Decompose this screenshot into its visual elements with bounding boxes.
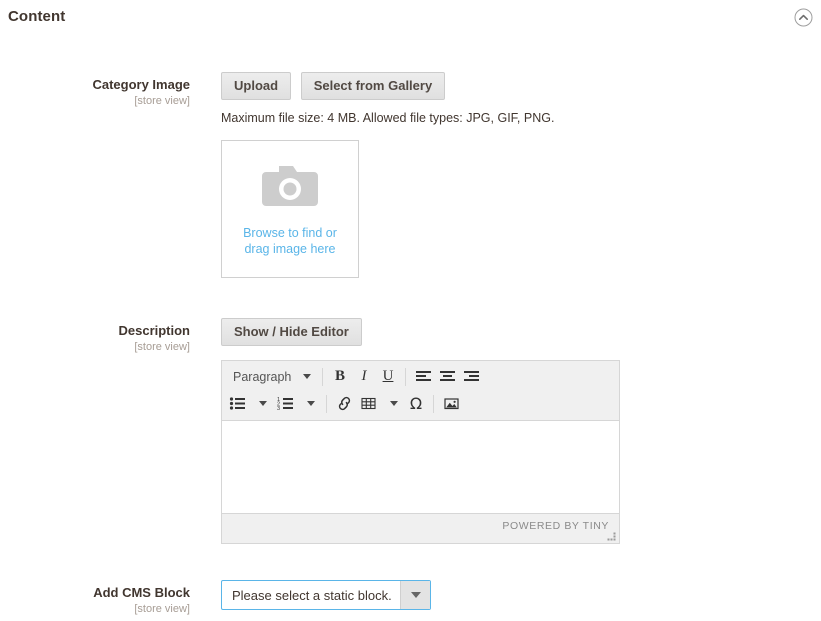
- italic-icon[interactable]: I: [352, 365, 376, 389]
- toolbar-divider: [433, 394, 434, 413]
- table-options-chevron-icon[interactable]: [380, 392, 404, 416]
- editor-content-area[interactable]: [222, 421, 619, 513]
- cms-block-select[interactable]: Please select a static block.: [221, 580, 431, 610]
- toolbar-divider: [322, 367, 323, 386]
- field-label-description: Description [store view]: [30, 323, 190, 354]
- label-text: Description: [118, 323, 190, 338]
- dropzone-line-1: Browse to find or: [243, 225, 337, 240]
- cms-block-selected-value: Please select a static block.: [232, 587, 392, 603]
- table-icon[interactable]: [356, 392, 380, 416]
- scope-text: [store view]: [134, 341, 190, 353]
- upload-button[interactable]: Upload: [221, 72, 292, 100]
- description-toggle-wrap: Show / Hide Editor: [221, 318, 362, 346]
- align-right-icon[interactable]: [459, 365, 483, 389]
- align-left-icon[interactable]: [411, 365, 435, 389]
- label-text: Category Image: [92, 77, 190, 92]
- svg-text:3: 3: [277, 406, 280, 411]
- label-text: Add CMS Block: [93, 585, 190, 600]
- omega-glyph: Ω: [409, 394, 423, 413]
- scope-text: [store view]: [134, 95, 190, 107]
- editor-branding-text: POWERED BY TINY: [502, 520, 609, 532]
- special-character-icon[interactable]: Ω: [404, 392, 428, 416]
- dropzone-line-2: drag image here: [244, 241, 336, 256]
- chevron-down-icon: [303, 374, 311, 379]
- editor-toolbar-row-1: Paragraph B I U: [225, 363, 616, 390]
- bullet-list-icon[interactable]: [225, 392, 249, 416]
- bullet-list-options-chevron-icon[interactable]: [249, 392, 273, 416]
- file-requirements-note: Maximum file size: 4 MB. Allowed file ty…: [221, 111, 555, 125]
- show-hide-editor-button[interactable]: Show / Hide Editor: [221, 318, 362, 346]
- section-header: Content: [0, 0, 821, 36]
- editor-toolbar: Paragraph B I U 1 2 3 Ω: [222, 361, 619, 421]
- select-from-gallery-button[interactable]: Select from Gallery: [300, 72, 446, 100]
- collapse-section-button[interactable]: [792, 6, 814, 28]
- chevron-up-circle-icon: [794, 8, 813, 27]
- chevron-down-icon[interactable]: [400, 581, 430, 609]
- content-section-panel: Content Category Image [store view] Uplo…: [0, 0, 821, 621]
- wysiwyg-editor: Paragraph B I U 1 2 3 Ω POWERED BY TINY: [221, 360, 620, 544]
- camera-icon: [259, 162, 321, 213]
- numbered-list-icon[interactable]: 1 2 3: [273, 392, 297, 416]
- scope-text: [store view]: [134, 603, 190, 615]
- field-label-category-image: Category Image [store view]: [30, 77, 190, 108]
- numbered-list-options-chevron-icon[interactable]: [297, 392, 321, 416]
- insert-image-icon[interactable]: [439, 392, 463, 416]
- category-image-buttons: Upload Select from Gallery: [221, 72, 446, 100]
- toolbar-divider: [326, 394, 327, 413]
- underline-icon[interactable]: U: [376, 365, 400, 389]
- editor-status-bar: POWERED BY TINY: [222, 513, 619, 543]
- image-dropzone[interactable]: Browse to find or drag image here: [221, 140, 359, 278]
- page-title: Content: [8, 8, 66, 25]
- field-label-add-cms-block: Add CMS Block [store view]: [30, 585, 190, 616]
- dropzone-text: Browse to find or drag image here: [243, 225, 337, 257]
- format-select-value: Paragraph: [233, 369, 292, 384]
- bold-icon[interactable]: B: [328, 365, 352, 389]
- link-icon[interactable]: [332, 392, 356, 416]
- align-center-icon[interactable]: [435, 365, 459, 389]
- toolbar-divider: [405, 367, 406, 386]
- format-select-dropdown[interactable]: Paragraph: [225, 365, 317, 389]
- editor-resize-handle[interactable]: [605, 530, 617, 542]
- editor-toolbar-row-2: 1 2 3 Ω: [225, 390, 616, 417]
